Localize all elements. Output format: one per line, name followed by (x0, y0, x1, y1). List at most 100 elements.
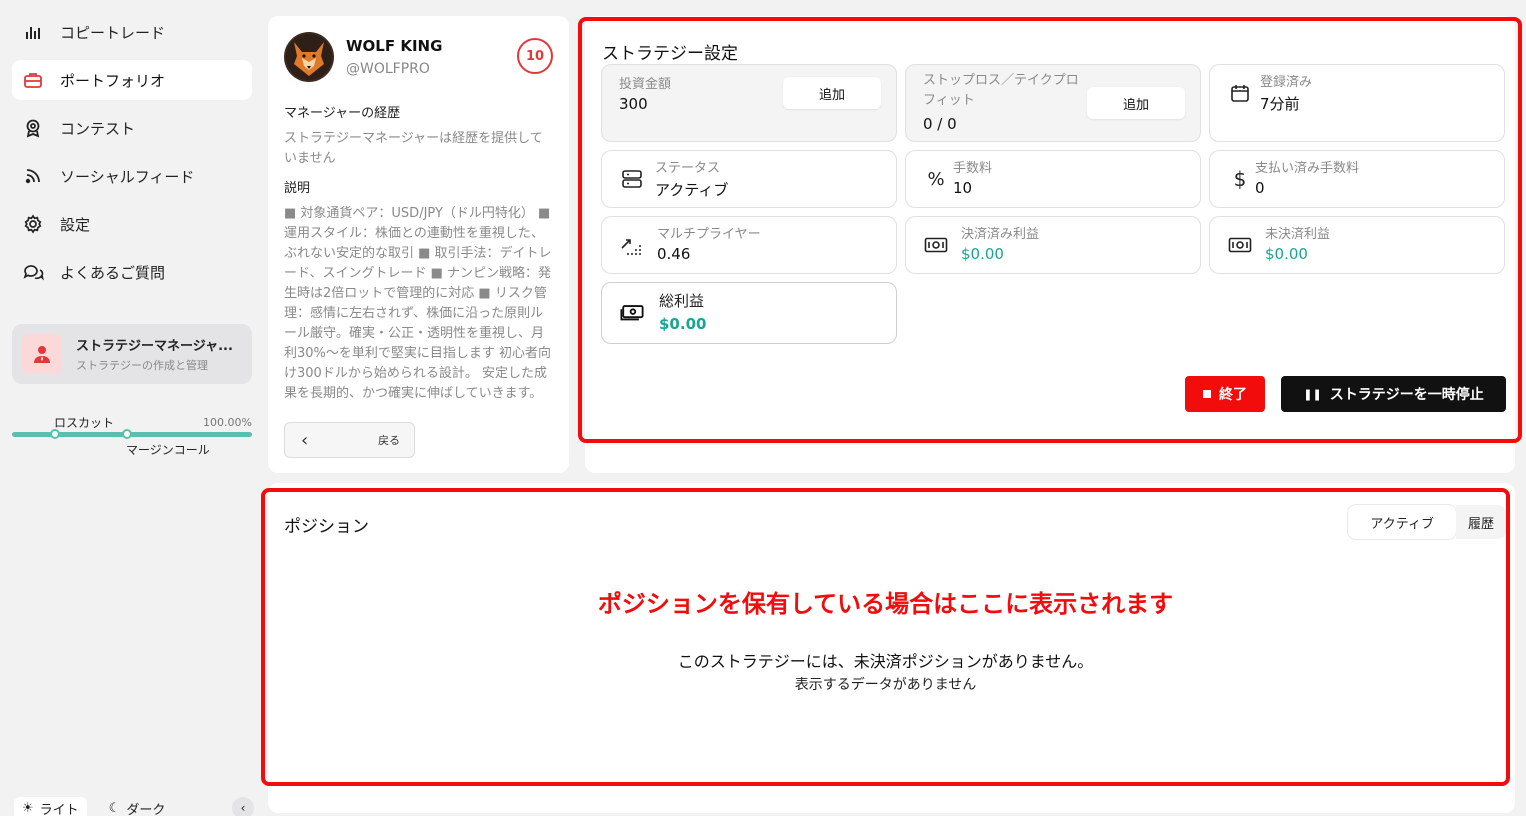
no-data-text: 表示するデータがありません (794, 677, 977, 693)
strategy-settings-panel: ストラテジー設定 投資金額 300 追加 ストップロス／テイクプロフィット 0 … (578, 17, 1522, 443)
sltp-label: ストップロス／テイクプロフィット (923, 73, 1079, 108)
calendar-icon (1228, 81, 1252, 105)
tab-history[interactable]: 履歴 (1455, 505, 1506, 539)
realized-profit-label: 決済済み利益 (961, 227, 1040, 242)
pause-icon: ❚❚ (1303, 387, 1322, 401)
total-profit-tile: 総利益 $0.00 (601, 282, 897, 344)
manager-profile-card: WOLF KING @WOLFPRO 10 マネージャーの経歴 ストラテジーマネ… (268, 16, 569, 473)
multiplier-tile: マルチプライヤー 0.46 (601, 216, 897, 274)
sidebar-item-label: よくあるご質問 (60, 263, 166, 282)
fee-label: 手数料 (953, 161, 993, 176)
theme-switcher: ☀ ライト ☾ ダーク ‹ (14, 796, 254, 816)
registered-value: 7分前 (1260, 95, 1300, 113)
fee-value: 10 (953, 179, 973, 197)
wolf-logo-icon (284, 32, 334, 82)
sltp-add-button[interactable]: 追加 (1087, 87, 1185, 119)
multiplier-value: 0.46 (657, 245, 691, 263)
collapse-sidebar-button[interactable]: ‹ (232, 797, 254, 816)
manager-handle: @WOLFPRO (346, 61, 430, 77)
risk-bar (12, 432, 252, 437)
risk-percent: 100.00% (203, 416, 252, 429)
unrealized-profit-label: 未決済利益 (1265, 227, 1331, 242)
margin-call-label: マージンコール (126, 443, 210, 457)
sltp-value: 0 / 0 (923, 115, 957, 133)
fee-tile: % 手数料 10 (905, 150, 1201, 208)
sidebar-nav: コピートレード ポートフォリオ コンテスト ソーシャルフィード 設定 よくあるご… (12, 12, 252, 300)
profile-header: WOLF KING @WOLFPRO (284, 32, 553, 82)
paid-fee-tile: $ 支払い済み手数料 0 (1209, 150, 1505, 208)
stop-icon (1203, 390, 1211, 398)
sidebar-item-social-feed[interactable]: ソーシャルフィード (12, 156, 252, 196)
manager-name: WOLF KING (346, 37, 443, 55)
sidebar-item-label: コンテスト (60, 119, 136, 138)
unrealized-profit-value: $0.00 (1265, 245, 1308, 263)
investment-label: 投資金額 (619, 77, 672, 92)
tab-active[interactable]: アクティブ (1348, 505, 1456, 539)
profile-identity: WOLF KING @WOLFPRO (346, 37, 442, 77)
positions-annotation: ポジションを保有している場合はここに表示されます (597, 590, 1174, 618)
stop-out-label: ロスカット (54, 416, 115, 430)
strategy-title: ストラテジー設定 (602, 44, 738, 64)
stop-out-handle[interactable] (50, 429, 60, 439)
history-text: ストラテジーマネージャーは経歴を提供していません (284, 131, 543, 166)
moon-icon: ☾ (108, 800, 121, 816)
realized-profit-tile: 決済済み利益 $0.00 (905, 216, 1201, 274)
registered-tile: 登録済み 7分前 (1209, 64, 1505, 142)
percent-icon: % (927, 168, 945, 190)
chat-icon (22, 261, 44, 283)
investment-add-button[interactable]: 追加 (783, 77, 881, 109)
sidebar: コピートレード ポートフォリオ コンテスト ソーシャルフィード 設定 よくあるご… (0, 0, 262, 816)
sidebar-item-copy-trade[interactable]: コピートレード (12, 12, 252, 52)
paid-fee-label: 支払い済み手数料 (1255, 161, 1360, 176)
status-value: アクティブ (655, 181, 729, 199)
history-title: マネージャーの経歴 (284, 106, 401, 121)
pause-button-label: ストラテジーを一時停止 (1329, 387, 1484, 403)
theme-light-button[interactable]: ☀ ライト (14, 796, 87, 816)
server-icon (620, 167, 644, 191)
status-tile: ステータス アクティブ (601, 150, 897, 208)
sun-icon: ☀ (22, 800, 34, 816)
investment-value: 300 (619, 95, 648, 113)
positions-panel: ポジション アクティブ 履歴 ポジションを保有している場合はここに表示されます … (261, 488, 1510, 786)
cash-stack-icon (620, 301, 644, 325)
total-profit-value: $0.00 (659, 315, 707, 333)
status-label: ステータス (655, 161, 721, 176)
registered-label: 登録済み (1260, 75, 1313, 90)
sidebar-item-label: コピートレード (60, 23, 166, 42)
sidebar-item-label: ソーシャルフィード (60, 167, 195, 186)
sltp-tile: ストップロス／テイクプロフィット 0 / 0 追加 (905, 64, 1201, 142)
cash-icon (1228, 233, 1252, 257)
gear-icon (22, 213, 44, 235)
no-open-positions-text: このストラテジーには、未決済ポジションがありません。 (677, 652, 1094, 671)
manager-card-title: ストラテジーマネージャ... (76, 339, 233, 354)
positions-tabs: アクティブ 履歴 (1348, 505, 1506, 539)
back-button-label: 戻る (378, 434, 400, 447)
manager-card-subtitle: ストラテジーの作成と管理 (76, 359, 208, 372)
sidebar-item-faq[interactable]: よくあるご質問 (12, 252, 252, 292)
sidebar-item-label: ポートフォリオ (60, 71, 166, 90)
end-strategy-button[interactable]: 終了 (1185, 376, 1265, 412)
rss-icon (22, 165, 44, 187)
chevron-left-icon: ‹ (240, 801, 246, 815)
strategy-manager-card[interactable]: ストラテジーマネージャ... ストラテジーの作成と管理 (12, 324, 252, 384)
sidebar-item-label: 設定 (60, 215, 91, 234)
end-button-label: 終了 (1219, 387, 1247, 403)
risk-slider: ロスカット 100.00% マージンコール (12, 414, 252, 458)
chevron-left-icon: ‹ (301, 429, 309, 451)
theme-dark-button[interactable]: ☾ ダーク (101, 797, 174, 816)
realized-profit-value: $0.00 (961, 245, 1004, 263)
margin-call-handle[interactable] (122, 429, 132, 439)
positions-title: ポジション (284, 517, 369, 537)
sidebar-item-contest[interactable]: コンテスト (12, 108, 252, 148)
theme-light-label: ライト (39, 802, 79, 816)
strategy-description: ■ 対象通貨ペア：USD/JPY（ドル円特化） ■ 運用スタイル：株価との連動性… (284, 206, 552, 401)
pause-strategy-button[interactable]: ❚❚ ストラテジーを一時停止 (1281, 376, 1506, 412)
sidebar-item-portfolio[interactable]: ポートフォリオ (12, 60, 252, 100)
multiplier-label: マルチプライヤー (657, 227, 761, 242)
back-button[interactable]: ‹ 戻る (284, 422, 415, 458)
cash-icon (924, 233, 948, 257)
sidebar-item-settings[interactable]: 設定 (12, 204, 252, 244)
manager-card-text: ストラテジーマネージャ... ストラテジーの作成と管理 (76, 335, 244, 373)
theme-dark-label: ダーク (126, 802, 166, 816)
investment-tile: 投資金額 300 追加 (601, 64, 897, 142)
